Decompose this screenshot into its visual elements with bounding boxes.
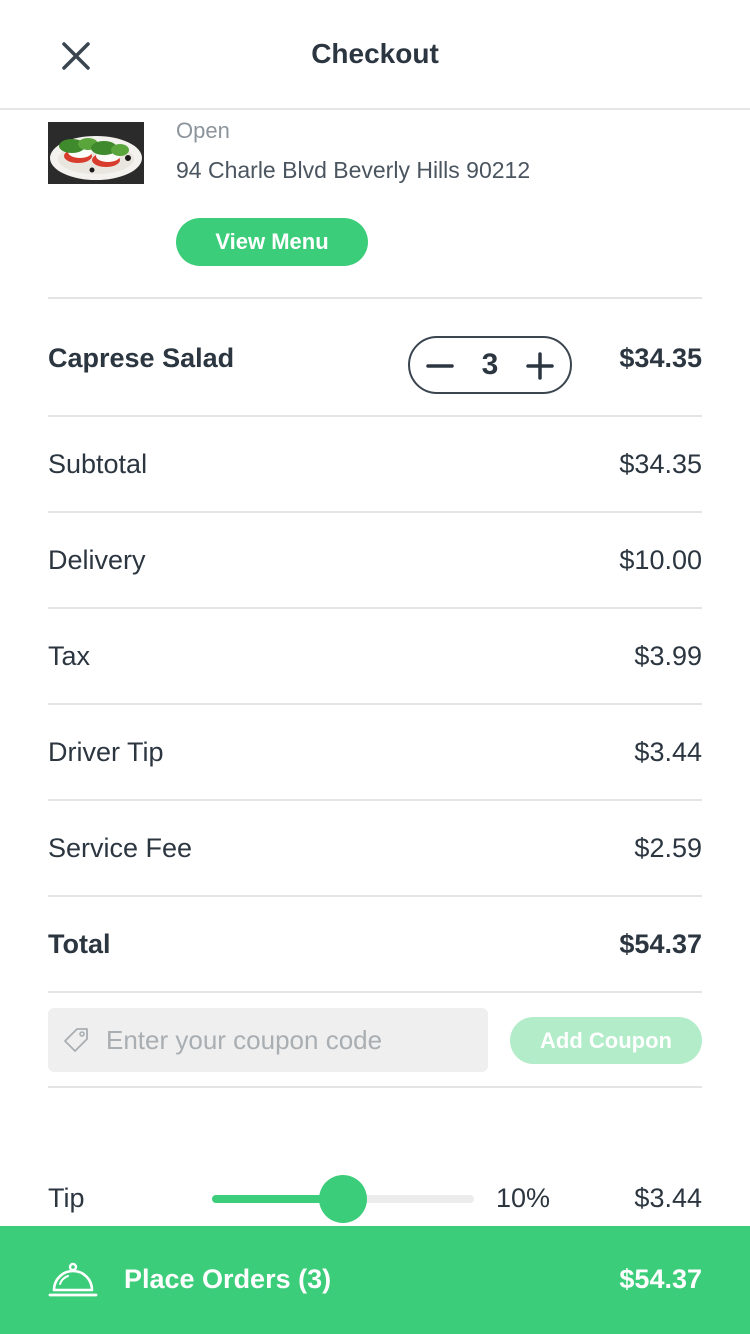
plus-icon [526, 352, 554, 380]
place-order-total: $54.37 [619, 1264, 702, 1294]
divider [48, 895, 702, 897]
quantity-stepper: 3 [408, 336, 572, 394]
divider [48, 511, 702, 513]
coupon-input[interactable] [106, 1008, 476, 1072]
restaurant-address: 94 Charle Blvd Beverly Hills 90212 [176, 157, 531, 183]
coupon-field [48, 1008, 488, 1072]
driver-tip-label: Driver Tip [48, 737, 164, 767]
divider [48, 799, 702, 801]
tip-label: Tip [48, 1183, 85, 1213]
total-value: $54.37 [619, 929, 702, 959]
place-order-button[interactable]: Place Orders (3) $54.37 [0, 1226, 750, 1334]
tip-slider-thumb[interactable] [319, 1175, 367, 1223]
add-coupon-button[interactable]: Add Coupon [510, 1017, 702, 1064]
divider [48, 1086, 702, 1088]
driver-tip-value: $3.44 [634, 737, 702, 767]
restaurant-status: Open [176, 118, 230, 143]
view-menu-button[interactable]: View Menu [176, 218, 368, 266]
tax-value: $3.99 [634, 641, 702, 671]
cloche-icon [48, 1262, 98, 1297]
cart-item-name: Caprese Salad [48, 343, 235, 373]
tax-label: Tax [48, 641, 91, 671]
total-label: Total [48, 929, 111, 959]
divider [48, 991, 702, 993]
divider [48, 297, 702, 299]
tip-amount: $3.44 [634, 1183, 702, 1213]
service-fee-label: Service Fee [48, 833, 193, 863]
header: Checkout [0, 0, 750, 110]
subtotal-label: Subtotal [48, 449, 148, 479]
tip-slider[interactable] [212, 1175, 474, 1223]
increase-quantity-button[interactable] [520, 346, 560, 386]
delivery-label: Delivery [48, 545, 146, 575]
page-title: Checkout [311, 38, 439, 69]
delivery-value: $10.00 [619, 545, 702, 575]
subtotal-value: $34.35 [619, 449, 702, 479]
cart-item-price: $34.35 [619, 343, 702, 373]
divider [48, 415, 702, 417]
divider [48, 703, 702, 705]
divider [48, 607, 702, 609]
service-fee-value: $2.59 [634, 833, 702, 863]
tip-percent: 10% [496, 1183, 551, 1213]
restaurant-image [48, 122, 144, 184]
tag-icon [64, 1028, 88, 1052]
place-order-label: Place Orders (3) [124, 1264, 332, 1294]
